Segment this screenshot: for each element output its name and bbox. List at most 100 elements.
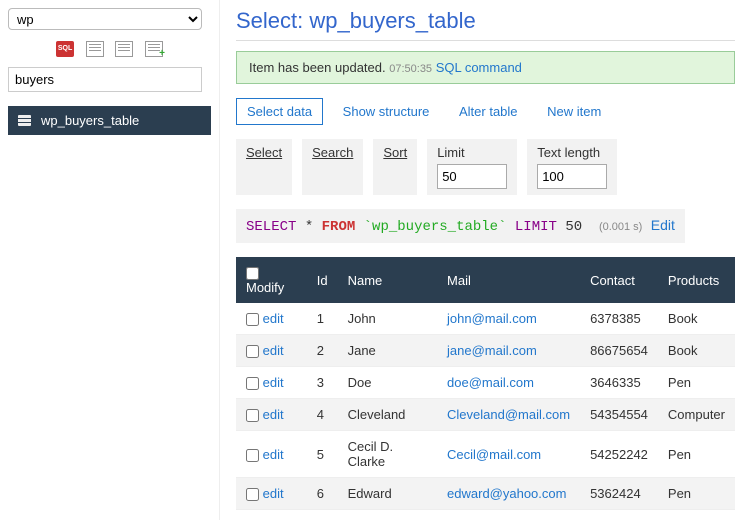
fieldset-sort-label[interactable]: Sort bbox=[383, 145, 407, 160]
fieldset-textlength: Text length bbox=[527, 139, 617, 195]
th-mail[interactable]: Mail bbox=[437, 257, 580, 303]
cell-contact: 5362424 bbox=[580, 478, 658, 510]
sidebar-table-item[interactable]: wp_buyers_table bbox=[8, 106, 211, 135]
database-select[interactable]: wp bbox=[8, 8, 202, 30]
row-checkbox[interactable] bbox=[246, 345, 259, 358]
sql-edit-link[interactable]: Edit bbox=[651, 217, 675, 233]
cell-contact: 42424243 bbox=[580, 510, 658, 520]
table-row: edit4ClevelandCleveland@mail.com54354554… bbox=[236, 399, 735, 431]
sql-icon[interactable]: SQL bbox=[56, 41, 74, 57]
tabs: Select data Show structure Alter table N… bbox=[236, 98, 735, 125]
cell-id: 2 bbox=[307, 335, 338, 367]
mail-link[interactable]: doe@mail.com bbox=[447, 375, 534, 390]
table-icon bbox=[18, 115, 31, 126]
row-checkbox[interactable] bbox=[246, 313, 259, 326]
cell-id: 4 bbox=[307, 399, 338, 431]
cell-contact: 3646335 bbox=[580, 367, 658, 399]
mail-link[interactable]: jane@mail.com bbox=[447, 343, 537, 358]
fieldset-sort: Sort bbox=[373, 139, 417, 195]
tab-alter-table[interactable]: Alter table bbox=[449, 99, 528, 124]
page-title: Select: wp_buyers_table bbox=[236, 8, 735, 41]
select-all-checkbox[interactable] bbox=[246, 267, 259, 280]
cell-products: Computer bbox=[658, 399, 735, 431]
search-input[interactable] bbox=[8, 67, 202, 92]
fieldset-search: Search bbox=[302, 139, 363, 195]
table-row: edit7Binglebingle@mail.com42424243Book bbox=[236, 510, 735, 520]
mail-link[interactable]: Cleveland@mail.com bbox=[447, 407, 570, 422]
table-row: edit 1John john@mail.com 6378385Book bbox=[236, 303, 735, 335]
mail-link[interactable]: john@mail.com bbox=[447, 311, 537, 326]
edit-link[interactable]: edit bbox=[263, 447, 284, 462]
tab-select-data[interactable]: Select data bbox=[236, 98, 323, 125]
textlength-input[interactable] bbox=[537, 164, 607, 189]
cell-mail: doe@mail.com bbox=[437, 367, 580, 399]
sql-table: `wp_buyers_table` bbox=[364, 219, 507, 235]
sidebar-table-label: wp_buyers_table bbox=[41, 113, 139, 128]
export-icon[interactable] bbox=[115, 41, 133, 57]
edit-link[interactable]: edit bbox=[263, 343, 284, 358]
cell-id: 3 bbox=[307, 367, 338, 399]
cell-mail: bingle@mail.com bbox=[437, 510, 580, 520]
edit-link[interactable]: edit bbox=[263, 375, 284, 390]
cell-name: Bingle bbox=[338, 510, 437, 520]
cell-mail: john@mail.com bbox=[437, 303, 580, 335]
th-modify: Modify bbox=[236, 257, 307, 303]
import-icon[interactable] bbox=[86, 41, 104, 57]
fieldset-limit: Limit bbox=[427, 139, 517, 195]
cell-id: 7 bbox=[307, 510, 338, 520]
fieldset-select: Select bbox=[236, 139, 292, 195]
main: Select: wp_buyers_table Item has been up… bbox=[220, 0, 751, 520]
fieldset-search-label[interactable]: Search bbox=[312, 145, 353, 160]
row-checkbox[interactable] bbox=[246, 377, 259, 390]
limit-input[interactable] bbox=[437, 164, 507, 189]
sql-select-kw: SELECT bbox=[246, 219, 296, 235]
row-checkbox[interactable] bbox=[246, 488, 259, 501]
cell-mail: edward@yahoo.com bbox=[437, 478, 580, 510]
sql-limit-val: 50 bbox=[565, 219, 582, 235]
cell-id: 6 bbox=[307, 478, 338, 510]
table-row: edit 6Edward edward@yahoo.com 5362424Pen bbox=[236, 478, 735, 510]
th-name[interactable]: Name bbox=[338, 257, 437, 303]
cell-products: Book bbox=[658, 303, 735, 335]
table-row: edit2Janejane@mail.com86675654Book bbox=[236, 335, 735, 367]
fieldset-textlength-label: Text length bbox=[537, 145, 607, 160]
cell-products: Pen bbox=[658, 478, 735, 510]
th-contact[interactable]: Contact bbox=[580, 257, 658, 303]
cell-name: Cecil D. Clarke bbox=[338, 431, 437, 478]
sql-from-kw: FROM bbox=[322, 219, 356, 235]
edit-link[interactable]: edit bbox=[263, 486, 284, 501]
tab-new-item[interactable]: New item bbox=[537, 99, 611, 124]
edit-link[interactable]: edit bbox=[263, 311, 284, 326]
cell-id: 1 bbox=[307, 303, 338, 335]
mail-link[interactable]: Cecil@mail.com bbox=[447, 447, 541, 462]
cell-mail: Cleveland@mail.com bbox=[437, 399, 580, 431]
cell-name: John bbox=[338, 303, 437, 335]
table-header-row: Modify Id Name Mail Contact Products bbox=[236, 257, 735, 303]
fieldsets: Select Search Sort Limit Text length bbox=[236, 139, 735, 195]
cell-contact: 86675654 bbox=[580, 335, 658, 367]
edit-link[interactable]: edit bbox=[263, 407, 284, 422]
row-checkbox[interactable] bbox=[246, 449, 259, 462]
sidebar: wp SQL wp_buyers_table bbox=[0, 0, 220, 520]
tab-show-structure[interactable]: Show structure bbox=[333, 99, 440, 124]
row-checkbox[interactable] bbox=[246, 409, 259, 422]
fieldset-select-label[interactable]: Select bbox=[246, 145, 282, 160]
cell-id: 5 bbox=[307, 431, 338, 478]
create-icon[interactable] bbox=[145, 41, 163, 57]
cell-name: Edward bbox=[338, 478, 437, 510]
notice-link[interactable]: SQL command bbox=[436, 60, 522, 75]
th-id[interactable]: Id bbox=[307, 257, 338, 303]
th-products[interactable]: Products bbox=[658, 257, 735, 303]
cell-contact: 54252242 bbox=[580, 431, 658, 478]
sql-limit-kw: LIMIT bbox=[515, 219, 557, 235]
fieldset-limit-label: Limit bbox=[437, 145, 507, 160]
cell-contact: 6378385 bbox=[580, 303, 658, 335]
data-table: Modify Id Name Mail Contact Products edi… bbox=[236, 257, 735, 520]
sql-time: (0.001 s) bbox=[599, 221, 642, 233]
notice: Item has been updated. 07:50:35 SQL comm… bbox=[236, 51, 735, 84]
mail-link[interactable]: edward@yahoo.com bbox=[447, 486, 566, 501]
sql-star: * bbox=[305, 219, 313, 235]
notice-text: Item has been updated. bbox=[249, 60, 386, 75]
cell-contact: 54354554 bbox=[580, 399, 658, 431]
sidebar-toolbar: SQL bbox=[8, 40, 211, 57]
